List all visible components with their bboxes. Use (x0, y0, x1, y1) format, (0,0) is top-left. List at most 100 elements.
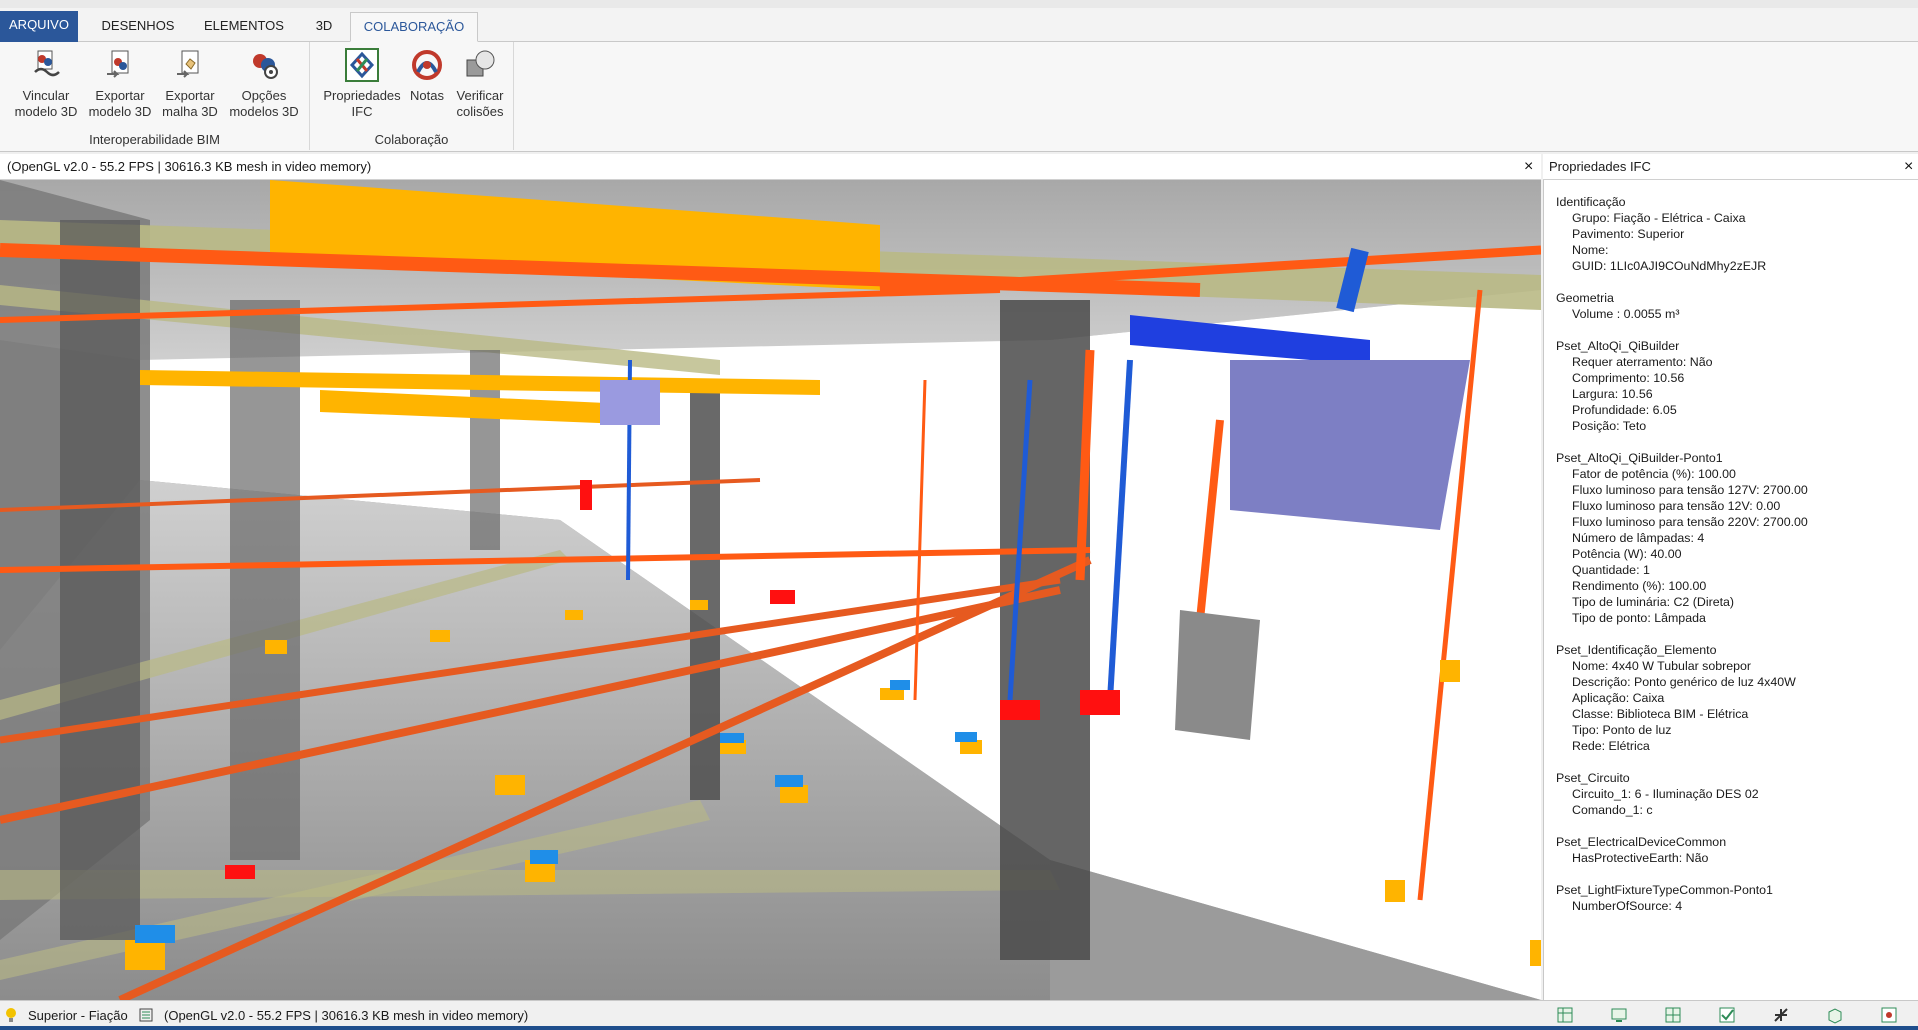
property-line: Descrição: Ponto genérico de luz 4x40W (1572, 675, 1796, 689)
property-line: Rendimento (%): 100.00 (1572, 579, 1707, 593)
viewport-close-icon[interactable]: × (1524, 154, 1533, 180)
verificar-line2: colisões (456, 104, 504, 119)
exportar-modelo-button[interactable]: Exportar modelo 3D (82, 46, 158, 120)
tab-arquivo[interactable]: ARQUIVO (0, 11, 78, 42)
render-info: (OpenGL v2.0 - 55.2 FPS | 30616.3 KB mes… (164, 1008, 529, 1023)
section-pset-qibuilder: Pset_AltoQi_QiBuilder Requer aterramento… (1556, 338, 1918, 434)
notas-button[interactable]: Notas (406, 46, 448, 104)
property-line: HasProtectiveEarth: Não (1572, 851, 1709, 865)
property-line: Fator de potência (%): 100.00 (1572, 467, 1736, 481)
opcoes-modelos-button[interactable]: Opções modelos 3D (222, 46, 306, 120)
property-line: Circuito_1: 6 - Iluminação DES 02 (1572, 787, 1759, 801)
section-title: Pset_AltoQi_QiBuilder (1556, 339, 1680, 353)
opcoes-line2: modelos 3D (229, 104, 299, 119)
properties-panel: Identificação Grupo: Fiação - Elétrica -… (1543, 180, 1918, 1000)
viewport-header: (OpenGL v2.0 - 55.2 FPS | 30616.3 KB mes… (0, 154, 1541, 180)
property-line: Posição: Teto (1572, 419, 1647, 433)
vincular-line1: Vincular (22, 88, 70, 103)
floor-indicator[interactable]: Superior - Fiação (28, 1005, 128, 1027)
snap-icon[interactable] (1772, 1006, 1790, 1024)
property-line: NumberOfSource: 4 (1572, 899, 1683, 913)
property-line: Nome: 4x40 W Tubular sobrepor (1572, 659, 1752, 673)
propriedades-ifc-button[interactable]: Propriedades IFC (320, 46, 404, 120)
properties-panel-header: Propriedades IFC × (1543, 154, 1918, 180)
grid-icon[interactable] (1664, 1006, 1682, 1024)
tab-elementos[interactable]: ELEMENTOS (196, 12, 292, 42)
section-identificacao: Identificação Grupo: Fiação - Elétrica -… (1556, 194, 1918, 274)
lightbulb-icon (2, 1006, 20, 1024)
section-geometria: Geometria Volume : 0.0055 m³ (1556, 290, 1918, 322)
section-title: Geometria (1556, 291, 1614, 305)
property-line: Tipo de luminária: C2 (Direta) (1572, 595, 1735, 609)
property-line: Fluxo luminoso para tensão 12V: 0.00 (1572, 499, 1781, 513)
monitor-icon[interactable] (1610, 1006, 1628, 1024)
properties-close-icon[interactable]: × (1904, 154, 1913, 180)
section-pset-electrical: Pset_ElectricalDeviceCommon HasProtectiv… (1556, 834, 1918, 866)
tab-desenhos[interactable]: DESENHOS (92, 12, 184, 42)
vincular-line2: modelo 3D (14, 104, 78, 119)
exportar-malha-line2: malha 3D (162, 104, 218, 119)
property-line: Aplicação: Caixa (1572, 691, 1665, 705)
group-label-colab: Colaboração (374, 132, 449, 147)
properties-panel-title: Propriedades IFC (1549, 159, 1651, 174)
section-title: Pset_Circuito (1556, 771, 1630, 785)
property-line: Potência (W): 40.00 (1572, 547, 1682, 561)
group-interoperabilidade: Vincular modelo 3D Exportar modelo 3D Ex… (0, 42, 310, 150)
viewport-title: (OpenGL v2.0 - 55.2 FPS | 30616.3 KB mes… (7, 159, 372, 174)
link-model-icon (29, 48, 63, 82)
exportar-malha-button[interactable]: Exportar malha 3D (154, 46, 226, 120)
ribbon-tabs: ARQUIVO DESENHOS ELEMENTOS 3D COLABORAÇÃ… (0, 8, 1918, 42)
property-line: Quantidade: 1 (1572, 563, 1650, 577)
ribbon: Vincular modelo 3D Exportar modelo 3D Ex… (0, 42, 1918, 152)
exportar-modelo-line1: Exportar (95, 88, 145, 103)
exportar-modelo-line2: modelo 3D (88, 104, 152, 119)
property-line: Largura: 10.56 (1572, 387, 1653, 401)
electrical-panel (1230, 360, 1470, 530)
property-line: Número de lâmpadas: 4 (1572, 531, 1705, 545)
property-line: Requer aterramento: Não (1572, 355, 1713, 369)
export-model-icon (103, 48, 137, 82)
property-line: Tipo: Ponto de luz (1572, 723, 1672, 737)
verificar-colisoes-button[interactable]: Verificar colisões (450, 46, 510, 120)
model-options-icon (247, 48, 281, 82)
section-title: Pset_AltoQi_QiBuilder-Ponto1 (1556, 451, 1723, 465)
section-pset-qibuilder-ponto1: Pset_AltoQi_QiBuilder-Ponto1 Fator de po… (1556, 450, 1918, 626)
export-mesh-icon (173, 48, 207, 82)
property-line: Rede: Elétrica (1572, 739, 1650, 753)
notes-icon (410, 48, 444, 82)
ifc-properties-icon (345, 48, 379, 82)
property-line: Classe: Biblioteca BIM - Elétrica (1572, 707, 1749, 721)
property-line: Profundidade: 6.05 (1572, 403, 1677, 417)
title-bar (0, 0, 1918, 8)
verificar-line1: Verificar (456, 88, 504, 103)
3d-viewport[interactable] (0, 180, 1541, 1000)
3d-scene[interactable] (0, 180, 1541, 1000)
grey-panel (1175, 610, 1260, 740)
property-line: Comando_1: c (1572, 803, 1653, 817)
vincular-modelo-button[interactable]: Vincular modelo 3D (6, 46, 86, 120)
column (60, 220, 140, 940)
table-icon[interactable] (1556, 1006, 1574, 1024)
settings-icon[interactable] (1880, 1006, 1898, 1024)
propriedades-line2: IFC (351, 104, 373, 119)
propriedades-line1: Propriedades (323, 88, 401, 103)
clash-check-icon (463, 48, 497, 82)
group-label-interop: Interoperabilidade BIM (89, 132, 220, 147)
3d-box-icon[interactable] (1826, 1006, 1844, 1024)
section-title: Pset_LightFixtureTypeCommon-Ponto1 (1556, 883, 1773, 897)
property-line: Fluxo luminoso para tensão 127V: 2700.00 (1572, 483, 1808, 497)
property-line: Nome: (1572, 243, 1609, 257)
section-pset-lightfixture: Pset_LightFixtureTypeCommon-Ponto1 Numbe… (1556, 882, 1918, 914)
group-colaboracao: Propriedades IFC Notas Verificar colisõe… (310, 42, 514, 150)
property-line: Tipo de ponto: Lâmpada (1572, 611, 1706, 625)
property-line: Comprimento: 10.56 (1572, 371, 1685, 385)
property-line: GUID: 1LIc0AJI9COuNdMhy2zEJR (1572, 259, 1767, 273)
section-title: Pset_ElectricalDeviceCommon (1556, 835, 1727, 849)
window-bottom-border (0, 1026, 1918, 1030)
section-pset-circuito: Pset_Circuito Circuito_1: 6 - Iluminação… (1556, 770, 1918, 818)
checkmark-icon[interactable] (1718, 1006, 1736, 1024)
tab-3d[interactable]: 3D (304, 12, 344, 42)
exportar-malha-line1: Exportar (165, 88, 215, 103)
section-pset-identificacao: Pset_Identificação_Elemento Nome: 4x40 W… (1556, 642, 1918, 754)
tab-colaboracao[interactable]: COLABORAÇÃO (350, 12, 478, 42)
